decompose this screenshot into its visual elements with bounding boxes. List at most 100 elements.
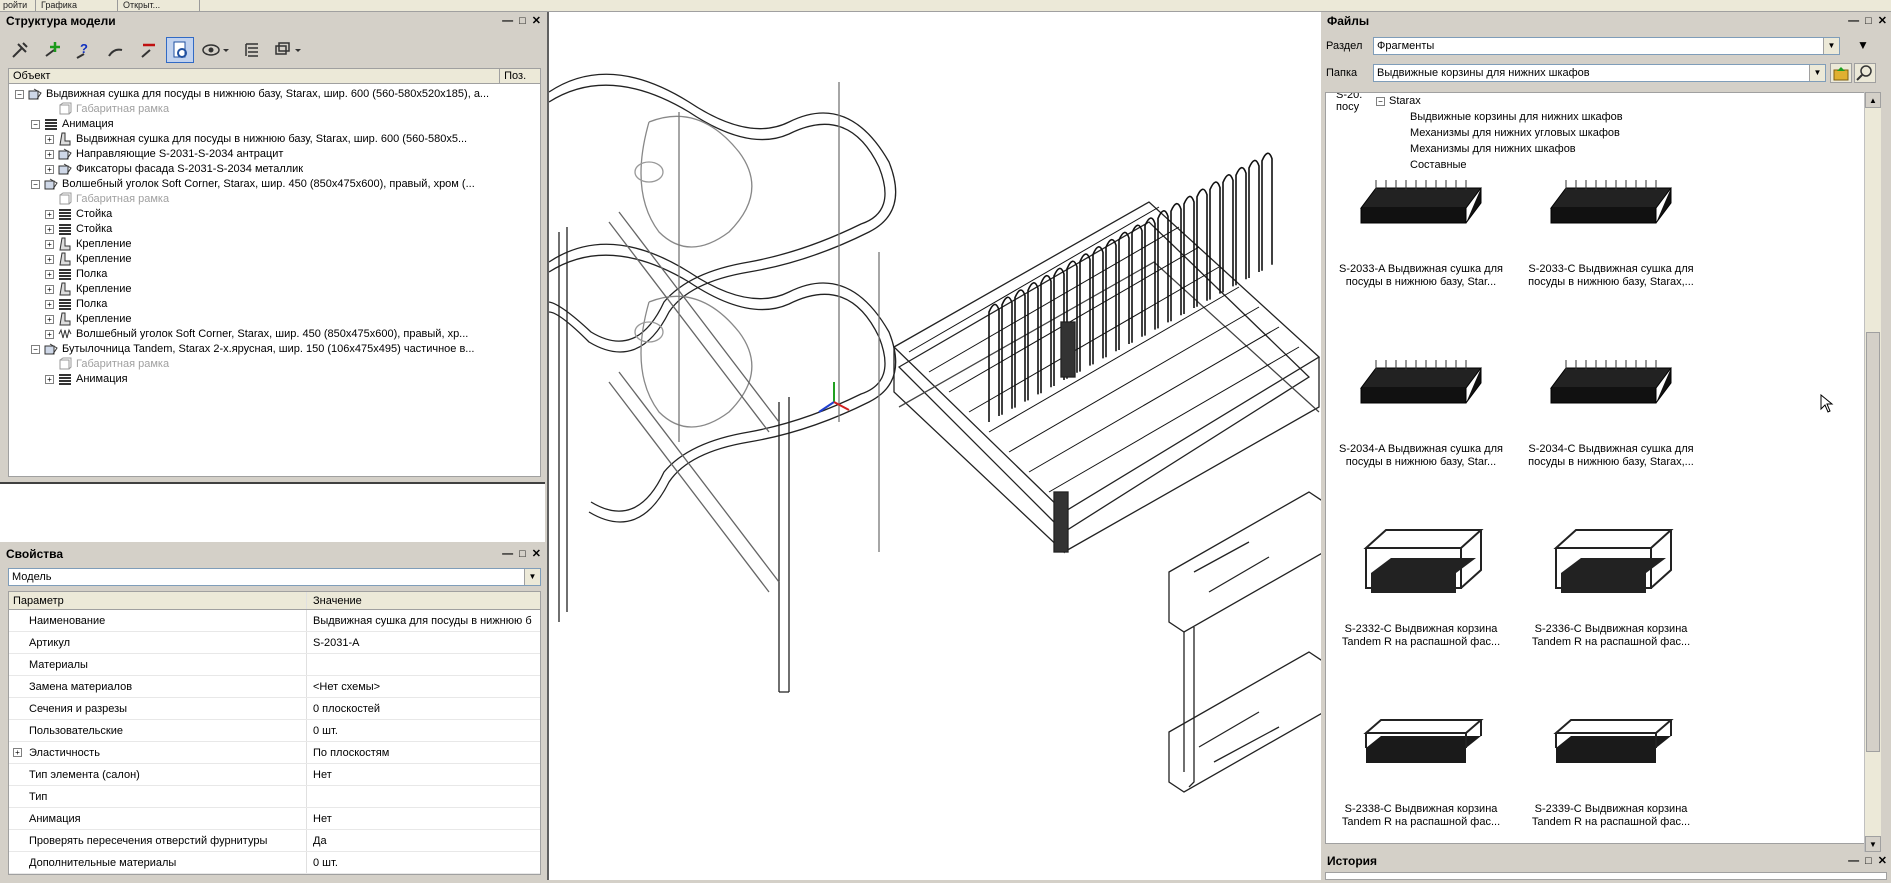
property-row[interactable]: Замена материалов <Нет схемы>	[9, 676, 540, 698]
close-button[interactable]: ✕	[532, 12, 541, 30]
expand-icon[interactable]: +	[45, 374, 54, 384]
3d-viewport[interactable]	[547, 12, 1325, 880]
eye-dropdown-icon[interactable]	[198, 37, 234, 63]
close-button[interactable]: ✕	[532, 545, 541, 563]
object-column[interactable]: Объект	[9, 69, 501, 83]
expand-icon[interactable]: +	[45, 134, 54, 144]
curve-icon[interactable]	[102, 37, 130, 63]
property-row[interactable]: Артикул S-2031-A	[9, 632, 540, 654]
close-button[interactable]: ✕	[1878, 12, 1887, 30]
property-row[interactable]: Пользовательские 0 шт.	[9, 720, 540, 742]
property-row[interactable]: Тип	[9, 786, 540, 808]
maximize-button[interactable]: □	[1865, 852, 1872, 870]
property-value[interactable]: Выдвижная сушка для посуды в нижнюю б	[307, 610, 540, 631]
minimize-button[interactable]: —	[1848, 852, 1859, 870]
expand-icon[interactable]: +	[45, 314, 54, 324]
top-tab-1[interactable]: ройти	[0, 0, 36, 11]
minimize-button[interactable]: —	[1848, 12, 1859, 30]
files-scrollbar[interactable]: ▲ ▼	[1864, 92, 1881, 852]
remove-icon[interactable]	[134, 37, 162, 63]
folder-select[interactable]: Выдвижные корзины для нижних шкафов ▼	[1373, 64, 1826, 82]
expand-icon[interactable]: +	[45, 284, 54, 294]
property-value[interactable]: Нет	[307, 764, 540, 785]
expand-icon[interactable]: +	[45, 329, 54, 339]
fragment-card[interactable]: S-2033-C Выдвижная сушка для посуды в ниж…	[1526, 153, 1696, 289]
caption-line: S-2033-A Выдвижная сушка для	[1339, 263, 1503, 275]
minimize-button[interactable]: —	[502, 12, 513, 30]
property-row[interactable]: Проверять пересечения отверстий фурнитур…	[9, 830, 540, 852]
document-view-icon[interactable]	[166, 37, 194, 63]
expand-icon[interactable]: +	[45, 254, 54, 264]
search-icon[interactable]	[1854, 63, 1876, 83]
property-row[interactable]: Сечения и разрезы 0 плоскостей	[9, 698, 540, 720]
close-button[interactable]: ✕	[1878, 852, 1887, 870]
maximize-button[interactable]: □	[1865, 12, 1872, 30]
property-value[interactable]: S-2031-A	[307, 632, 540, 653]
property-value[interactable]	[307, 786, 540, 807]
expand-icon[interactable]: +	[45, 299, 54, 309]
subtree-item[interactable]: Выдвижные корзины для нижних шкафов	[1410, 111, 1623, 123]
expand-icon[interactable]: +	[13, 748, 22, 757]
property-row[interactable]: Тип элемента (салон) Нет	[9, 764, 540, 786]
property-value[interactable]: 0 плоскостей	[307, 698, 540, 719]
property-row[interactable]: Дополнительные материалы 0 шт.	[9, 852, 540, 874]
tools-icon[interactable]	[6, 37, 34, 63]
property-value[interactable]: Нет	[307, 808, 540, 829]
expand-icon[interactable]: +	[45, 209, 54, 219]
property-row[interactable]: Материалы	[9, 654, 540, 676]
property-value[interactable]: 0 шт.	[307, 852, 540, 873]
property-row[interactable]: Наименование Выдвижная сушка для посуды в…	[9, 610, 540, 632]
fragment-card[interactable]: S-2033-A Выдвижная сушка для посуды в ниж…	[1336, 153, 1506, 289]
property-value[interactable]: 0 шт.	[307, 720, 540, 741]
param-column[interactable]: Параметр	[9, 592, 307, 609]
collapse-icon[interactable]: −	[31, 119, 40, 129]
expand-icon[interactable]: +	[45, 269, 54, 279]
property-value[interactable]: <Нет схемы>	[307, 676, 540, 697]
scroll-thumb[interactable]	[1866, 332, 1880, 752]
expand-icon[interactable]: +	[45, 149, 54, 159]
scroll-down-icon[interactable]: ▼	[1865, 836, 1881, 852]
property-value[interactable]	[307, 654, 540, 675]
fragment-card[interactable]: S-2336-C Выдвижная корзина Tandem R на ра…	[1526, 513, 1696, 649]
fragment-card[interactable]: S-2034-A Выдвижная сушка для посуды в ниж…	[1336, 333, 1506, 469]
query-icon[interactable]: ?	[70, 37, 98, 63]
files-panel: Файлы — □ ✕ Раздел Фрагменты ▼ ▼ Папка В…	[1321, 12, 1891, 860]
property-value[interactable]: По плоскостям	[307, 742, 540, 763]
fragment-card[interactable]: S-2339-C Выдвижная корзина Tandem R на ра…	[1526, 693, 1696, 829]
section-select[interactable]: Фрагменты ▼	[1373, 37, 1840, 55]
fragment-card[interactable]: S-2034-C Выдвижная сушка для посуды в ниж…	[1526, 333, 1696, 469]
property-row[interactable]: + Эластичность По плоскостям	[9, 742, 540, 764]
scroll-up-icon[interactable]: ▲	[1865, 92, 1881, 108]
chevron-down-icon[interactable]: ▼	[1823, 38, 1839, 54]
subtree-root[interactable]: − Starax	[1376, 95, 1421, 107]
collapse-icon[interactable]: −	[15, 89, 24, 99]
tree-row[interactable]: + Анимация	[45, 370, 128, 388]
properties-selector[interactable]: Модель ▼	[8, 568, 541, 586]
property-row[interactable]: Анимация Нет	[9, 808, 540, 830]
fragment-card[interactable]: S-2332-C Выдвижная корзина Tandem R на ра…	[1336, 513, 1506, 649]
property-value[interactable]: Да	[307, 830, 540, 851]
top-tab-3[interactable]: Открыт...	[120, 0, 200, 11]
chevron-down-icon[interactable]: ▼	[1809, 65, 1825, 81]
value-column[interactable]: Значение	[307, 592, 540, 609]
maximize-button[interactable]: □	[519, 12, 526, 30]
folder-up-icon[interactable]	[1830, 63, 1852, 83]
maximize-button[interactable]: □	[519, 545, 526, 563]
minimize-button[interactable]: —	[502, 545, 513, 563]
subtree-item[interactable]: Механизмы для нижних угловых шкафов	[1410, 127, 1620, 139]
expand-icon[interactable]: +	[45, 164, 54, 174]
menu-arrow-icon[interactable]: ▼	[1857, 38, 1869, 52]
chevron-down-icon[interactable]: ▼	[524, 569, 540, 585]
expand-icon[interactable]: +	[45, 239, 54, 249]
collapse-icon[interactable]: −	[31, 344, 40, 354]
collapse-icon[interactable]: −	[1376, 96, 1385, 106]
expand-icon[interactable]: +	[45, 224, 54, 234]
pos-column[interactable]: Поз.	[500, 69, 540, 83]
collapse-icon[interactable]: −	[31, 179, 40, 189]
top-tab-2[interactable]: Графика	[38, 0, 118, 11]
model-tree: − Выдвижная сушка для посуды в нижнюю баз…	[8, 84, 541, 477]
list-icon[interactable]	[238, 37, 266, 63]
add-icon[interactable]	[38, 37, 66, 63]
fragment-card[interactable]: S-2338-C Выдвижная корзина Tandem R на ра…	[1336, 693, 1506, 829]
window-dropdown-icon[interactable]	[270, 37, 306, 63]
